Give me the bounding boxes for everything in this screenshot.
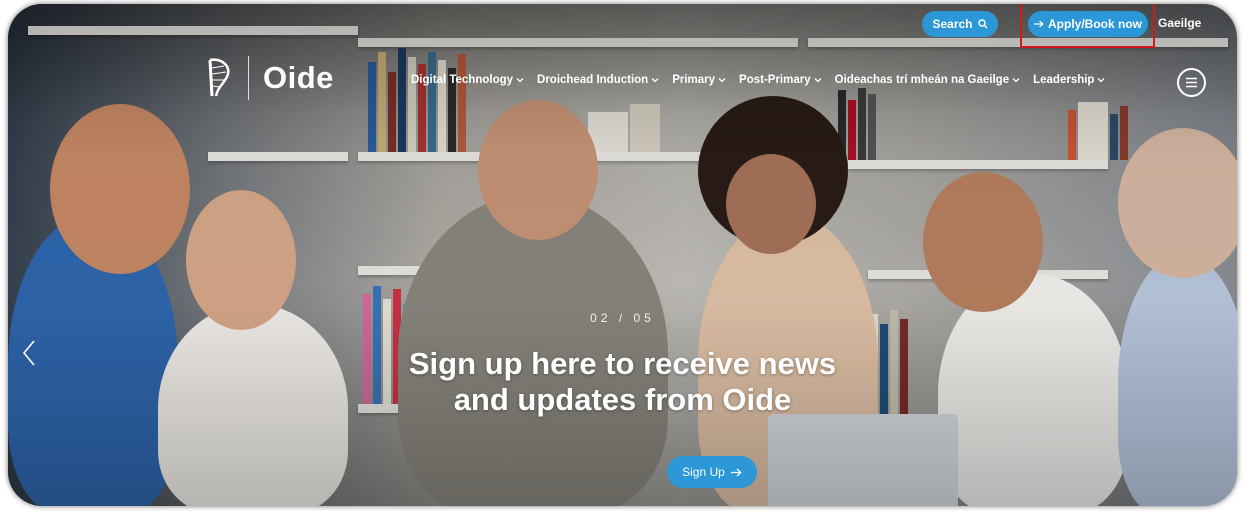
slide-counter: 02 / 05 <box>590 311 655 325</box>
slide-headline: Sign up here to receive news and updates… <box>8 346 1237 418</box>
nav-item-digital-technology[interactable]: Digital Technology <box>411 74 524 86</box>
nav-item-label: Droichead Induction <box>537 74 649 86</box>
language-toggle-link[interactable]: Gaeilge <box>1158 16 1201 30</box>
chevron-down-icon <box>651 78 659 83</box>
search-button-label: Search <box>932 17 973 31</box>
nav-item-label: Digital Technology <box>411 74 514 86</box>
hamburger-menu-icon <box>1186 77 1197 88</box>
slide-headline-line1: Sign up here to receive news <box>408 346 837 381</box>
search-button[interactable]: Search <box>922 11 998 37</box>
nav-item-label: Leadership <box>1033 74 1095 86</box>
chevron-down-icon <box>718 78 726 83</box>
browser-viewport: Search Apply/Book now Gaeilge Oide Digit… <box>8 4 1237 506</box>
nav-item-droichead-induction[interactable]: Droichead Induction <box>537 74 659 86</box>
nav-item-leadership[interactable]: Leadership <box>1033 74 1105 86</box>
nav-item-oideachas-gaeilge[interactable]: Oideachas trí mheán na Gaeilge <box>835 74 1020 86</box>
nav-item-label: Primary <box>672 74 716 86</box>
sign-up-button-label: Sign Up <box>682 465 725 479</box>
sign-up-button[interactable]: Sign Up <box>667 456 757 488</box>
chevron-down-icon <box>1098 78 1105 83</box>
chevron-down-icon <box>814 78 822 83</box>
hamburger-menu-button[interactable] <box>1177 68 1206 97</box>
logo-divider <box>248 56 249 100</box>
nav-item-post-primary[interactable]: Post-Primary <box>739 74 822 86</box>
apply-book-now-button[interactable]: Apply/Book now <box>1028 11 1148 37</box>
site-logo[interactable]: Oide <box>204 56 334 100</box>
chevron-down-icon <box>516 78 524 83</box>
main-navigation: Digital Technology Droichead Induction P… <box>411 74 1118 86</box>
arrow-right-icon <box>1034 20 1044 28</box>
harp-icon <box>208 58 230 97</box>
chevron-down-icon <box>1012 78 1020 83</box>
slide-headline-line2: and updates from Oide <box>453 382 792 417</box>
nav-item-label: Post-Primary <box>739 74 811 86</box>
arrow-right-icon <box>730 468 742 476</box>
nav-item-label: Oideachas trí mheán na Gaeilge <box>834 74 1010 86</box>
logo-text: Oide <box>263 60 334 95</box>
search-icon <box>977 19 988 29</box>
top-utility-bar: Search Apply/Book now Gaeilge <box>8 4 1237 48</box>
nav-item-primary[interactable]: Primary <box>672 74 726 86</box>
apply-button-label: Apply/Book now <box>1048 17 1142 31</box>
